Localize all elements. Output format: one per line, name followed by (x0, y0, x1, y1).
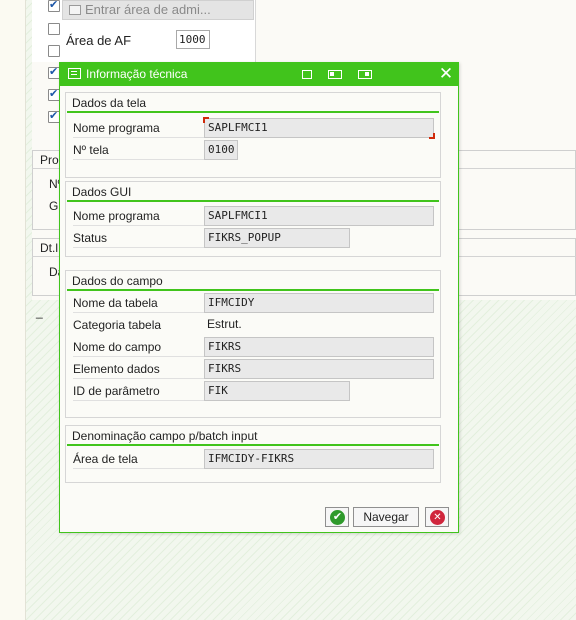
gui-nome-programa-field[interactable]: SAPLFMCI1 (204, 206, 434, 226)
area-af-label: Área de AF (66, 33, 132, 48)
enter-icon (69, 5, 81, 15)
nome-programa-field[interactable]: SAPLFMCI1 (203, 117, 435, 139)
ok-button[interactable]: ✔ (325, 507, 349, 527)
group-dados-gui: Dados GUI Nome programa SAPLFMCI1 Status… (65, 181, 441, 257)
group-dados-campo-title: Dados do campo (72, 274, 163, 288)
group-rule (67, 444, 439, 446)
status-field[interactable]: FIKRS_POPUP (204, 228, 350, 248)
group-dados-gui-title: Dados GUI (72, 185, 132, 199)
checkbox-1[interactable] (48, 0, 60, 12)
nome-campo-label: Nome do campo (73, 337, 207, 357)
dash-fragment: _ (36, 305, 43, 319)
cancel-circle-icon: ✕ (430, 510, 445, 525)
gui-nome-programa-label: Nome programa (73, 206, 207, 226)
left-strip (0, 0, 26, 620)
elemento-dados-field[interactable]: FIKRS (204, 359, 434, 379)
no-tela-label: Nº tela (73, 140, 207, 160)
check-circle-icon: ✔ (330, 510, 345, 525)
group-batch-input-title: Denominação campo p/batch input (72, 429, 258, 443)
group-rule (67, 289, 439, 291)
dialog-window-icon (68, 68, 81, 79)
enter-admin-area-button[interactable]: Entrar área de admi... (62, 0, 254, 20)
minimize-icon[interactable] (302, 70, 312, 79)
no-tela-field[interactable]: 0100 (204, 140, 238, 160)
elemento-dados-label: Elemento dados (73, 359, 207, 379)
area-tela-label: Área de tela (73, 449, 207, 469)
nome-campo-field[interactable]: FIKRS (204, 337, 434, 357)
close-icon[interactable]: ✕ (438, 65, 454, 83)
nome-programa-label: Nome programa (73, 118, 207, 138)
checkbox-2[interactable] (48, 23, 60, 35)
nome-tabela-label: Nome da tabela (73, 293, 207, 313)
dialog-titlebar[interactable]: Informação técnica ✕ (60, 63, 458, 86)
group-dados-campo: Dados do campo Nome da tabela IFMCIDY Ca… (65, 270, 441, 418)
restore-icon[interactable] (328, 70, 342, 79)
technical-info-dialog: Informação técnica ✕ Dados da tela Nome … (59, 62, 459, 533)
area-af-input[interactable]: 1000 (176, 30, 210, 49)
dialog-title: Informação técnica (86, 67, 188, 81)
group-dados-tela-title: Dados da tela (72, 96, 147, 110)
id-parametro-field[interactable]: FIK (204, 381, 350, 401)
id-parametro-label: ID de parâmetro (73, 381, 207, 401)
group-rule (67, 111, 439, 113)
cancel-button[interactable]: ✕ (425, 507, 449, 527)
nome-tabela-field[interactable]: IFMCIDY (204, 293, 434, 313)
checkbox-3[interactable] (48, 45, 60, 57)
dt-fragment: Dt.l (40, 241, 58, 255)
group-dados-tela: Dados da tela Nome programa SAPLFMCI1 Nº… (65, 92, 441, 178)
group-batch-input: Denominação campo p/batch input Área de … (65, 425, 441, 483)
area-tela-field[interactable]: IFMCIDY-FIKRS (204, 449, 434, 469)
group-rule (67, 200, 439, 202)
maximize-icon[interactable] (358, 70, 372, 79)
enter-admin-area-label: Entrar área de admi... (85, 2, 211, 17)
categoria-tabela-value: Estrut. (207, 317, 242, 331)
status-label: Status (73, 228, 207, 248)
navegar-button[interactable]: Navegar (353, 507, 419, 527)
categoria-tabela-label: Categoria tabela (73, 318, 162, 332)
